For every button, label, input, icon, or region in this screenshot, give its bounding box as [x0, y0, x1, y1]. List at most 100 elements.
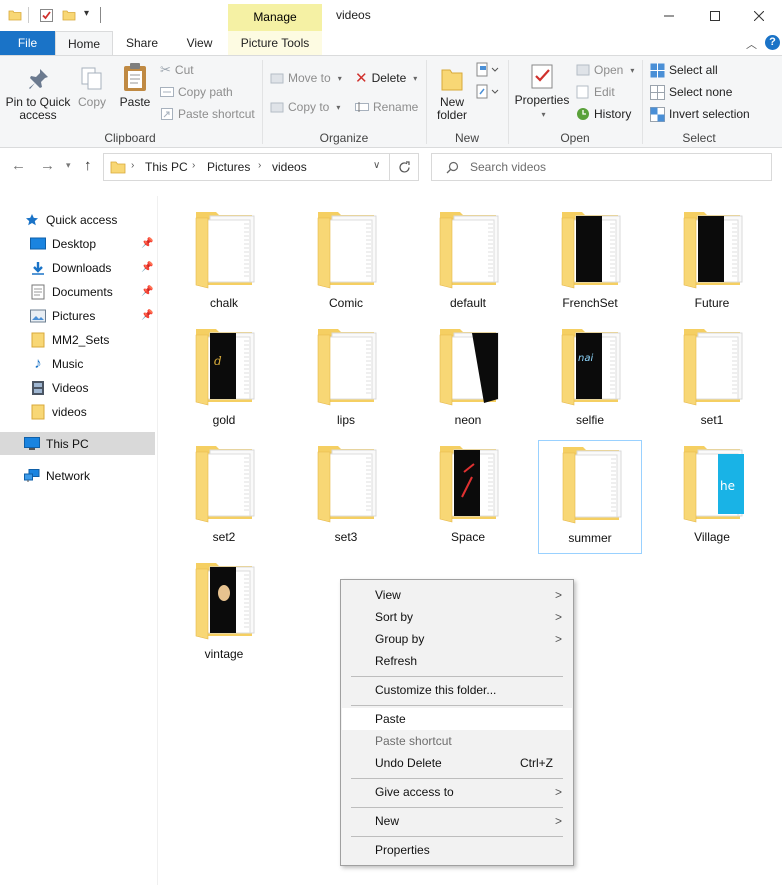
pin-icon[interactable]: 📌 — [141, 310, 153, 321]
pin-icon[interactable]: 📌 — [141, 238, 153, 249]
nav-item-pictures[interactable]: Pictures 📌 — [0, 304, 155, 327]
nav-item-quick-access[interactable]: Quick access — [0, 208, 155, 231]
copy-icon — [81, 67, 102, 90]
menu-item-customize-folder[interactable]: Customize this folder... — [342, 679, 572, 701]
help-icon[interactable]: ? — [765, 35, 780, 50]
properties-button[interactable]: Properties ▾ — [512, 62, 572, 121]
nav-item-desktop[interactable]: Desktop 📌 — [0, 232, 155, 255]
menu-item-view[interactable]: View > — [342, 584, 572, 606]
delete-button[interactable]: ✕ Delete ▾ — [355, 68, 417, 88]
nav-item-music[interactable]: ♪ Music — [0, 352, 155, 375]
folder-item[interactable]: Comic — [294, 206, 398, 320]
folder-item[interactable]: set1 — [660, 323, 764, 437]
pin-icon[interactable]: 📌 — [141, 286, 153, 297]
close-button[interactable] — [736, 0, 782, 31]
folder-item[interactable]: nai selfie — [538, 323, 642, 437]
folder-item[interactable]: summer — [538, 440, 642, 554]
folder-item[interactable]: Future — [660, 206, 764, 320]
up-arrow-icon[interactable]: ↑ — [84, 157, 92, 174]
maximize-button[interactable] — [692, 0, 738, 31]
tab-view[interactable]: View — [171, 31, 228, 55]
edit-button[interactable]: Edit — [576, 82, 615, 102]
recent-locations-chevron-icon[interactable]: ▾ — [66, 160, 71, 171]
refresh-button[interactable] — [389, 153, 419, 181]
folder-item[interactable]: set3 — [294, 440, 398, 554]
folder-item[interactable]: he Village — [660, 440, 764, 554]
nav-item-this-pc[interactable]: This PC — [0, 432, 155, 455]
menu-item-new[interactable]: New > — [342, 810, 572, 832]
back-arrow-icon[interactable]: ← — [11, 157, 26, 174]
copy-path-button[interactable]: Copy path — [160, 82, 233, 102]
folder-item[interactable]: default — [416, 206, 520, 320]
paste-button[interactable]: Paste — [116, 62, 154, 109]
search-box[interactable] — [431, 153, 772, 181]
move-to-button[interactable]: Move to ▾ — [270, 68, 342, 88]
menu-item-paste-shortcut[interactable]: Paste shortcut — [342, 730, 572, 752]
select-none-button[interactable]: Select none — [650, 82, 732, 102]
nav-item-documents[interactable]: Documents 📌 — [0, 280, 155, 303]
invert-selection-button[interactable]: Invert selection — [650, 104, 750, 124]
menu-label: New — [375, 814, 400, 828]
forward-arrow-icon[interactable]: → — [40, 157, 55, 174]
folder-item[interactable]: Space — [416, 440, 520, 554]
history-label: History — [594, 107, 632, 121]
manage-contextual-tab[interactable]: Manage — [228, 4, 322, 31]
tab-picture-tools[interactable]: Picture Tools — [228, 31, 322, 55]
paste-shortcut-button[interactable]: Paste shortcut — [160, 104, 255, 124]
menu-item-group-by[interactable]: Group by > — [342, 628, 572, 650]
select-all-button[interactable]: Select all — [650, 60, 718, 80]
menu-item-paste[interactable]: Paste — [342, 708, 572, 730]
customize-qat-dropdown-icon[interactable]: ▾ — [84, 8, 89, 19]
menu-item-give-access[interactable]: Give access to > — [342, 781, 572, 803]
breadcrumb-chevron-icon[interactable]: › — [258, 160, 261, 171]
breadcrumb-chevron-icon[interactable]: › — [131, 160, 134, 171]
folder-item[interactable]: vintage — [172, 557, 276, 671]
collapse-ribbon-icon[interactable]: ︿ — [746, 36, 757, 52]
nav-item-videos-library[interactable]: Videos — [0, 376, 155, 399]
nav-item-mm2-sets[interactable]: MM2_Sets — [0, 328, 155, 351]
folder-item[interactable]: chalk — [172, 206, 276, 320]
breadcrumb-this-pc[interactable]: This PC — [145, 160, 188, 174]
new-item-button[interactable] — [476, 62, 500, 81]
breadcrumb-chevron-icon[interactable]: › — [192, 160, 195, 171]
tab-share[interactable]: Share — [113, 31, 171, 55]
menu-item-sort-by[interactable]: Sort by > — [342, 606, 572, 628]
tab-home[interactable]: Home — [55, 31, 113, 56]
copy-to-button[interactable]: Copy to ▾ — [270, 97, 340, 117]
breadcrumb-videos[interactable]: videos — [272, 160, 307, 174]
new-folder-qat-icon[interactable] — [62, 8, 76, 25]
new-folder-icon — [441, 69, 463, 91]
properties-checkmark-icon[interactable] — [39, 8, 54, 26]
nav-item-videos-folder[interactable]: videos — [0, 400, 155, 423]
folder-name: default — [449, 296, 487, 310]
rename-button[interactable]: Rename — [355, 97, 418, 117]
folder-item[interactable]: d gold — [172, 323, 276, 437]
copy-button[interactable]: Copy — [76, 66, 108, 109]
menu-item-undo-delete[interactable]: Undo Delete Ctrl+Z — [342, 752, 572, 774]
nav-item-downloads[interactable]: Downloads 📌 — [0, 256, 155, 279]
folder-item[interactable]: FrenchSet — [538, 206, 642, 320]
minimize-button[interactable] — [646, 0, 692, 31]
folder-item[interactable]: set2 — [172, 440, 276, 554]
history-button[interactable]: History — [576, 104, 631, 124]
tab-file[interactable]: File — [0, 31, 55, 55]
search-input[interactable] — [470, 160, 760, 174]
breadcrumb-pictures[interactable]: Pictures — [207, 160, 250, 174]
folder-item[interactable]: lips — [294, 323, 398, 437]
open-label: Open — [594, 63, 624, 77]
cut-button[interactable]: ✂ Cut — [160, 60, 194, 80]
menu-item-refresh[interactable]: Refresh — [342, 650, 572, 672]
open-button[interactable]: Open ▾ — [576, 60, 634, 80]
new-folder-button[interactable]: New folder — [432, 64, 472, 122]
pin-icon[interactable]: 📌 — [141, 262, 153, 273]
refresh-icon — [399, 160, 410, 173]
address-bar[interactable]: › This PC › Pictures › videos ∨ — [103, 153, 419, 181]
folder-item[interactable]: neon — [416, 323, 520, 437]
address-dropdown-icon[interactable]: ∨ — [373, 160, 380, 171]
menu-item-properties[interactable]: Properties — [342, 839, 572, 861]
easy-access-button[interactable] — [476, 84, 500, 103]
nav-label: This PC — [46, 436, 89, 451]
pin-to-quick-access-button[interactable]: Pin to Quick access — [4, 66, 72, 122]
pin-label-line1: Pin to Quick — [5, 95, 71, 109]
nav-item-network[interactable]: Network — [0, 464, 155, 487]
